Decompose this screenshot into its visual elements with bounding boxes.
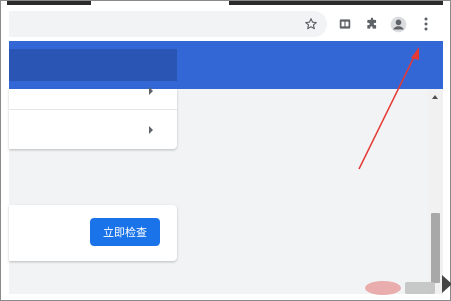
extensions-icon[interactable]: [363, 15, 381, 33]
settings-content: 立即检查: [9, 87, 428, 294]
scroll-up-icon[interactable]: [432, 95, 438, 99]
scrollbar[interactable]: [428, 89, 443, 294]
browser-window: 立即检查: [0, 0, 451, 301]
browser-toolbar: [9, 5, 443, 41]
chevron-right-icon[interactable]: [149, 87, 153, 95]
chevron-right-icon[interactable]: [149, 126, 153, 134]
scrollbar-thumb[interactable]: [431, 213, 440, 283]
profile-icon[interactable]: [389, 15, 407, 33]
settings-search-box[interactable]: [9, 49, 177, 81]
watermark-logo: [365, 281, 435, 295]
address-bar[interactable]: [9, 11, 327, 37]
settings-card: [9, 87, 177, 149]
more-menu-icon[interactable]: [417, 15, 435, 33]
play-arrow-icon: [442, 275, 451, 293]
safety-check-card: 立即检查: [9, 205, 177, 261]
settings-header: [9, 41, 443, 89]
divider: [9, 109, 177, 110]
check-now-button[interactable]: 立即检查: [90, 218, 160, 246]
reading-list-icon[interactable]: [336, 15, 354, 33]
star-icon[interactable]: [302, 15, 320, 33]
